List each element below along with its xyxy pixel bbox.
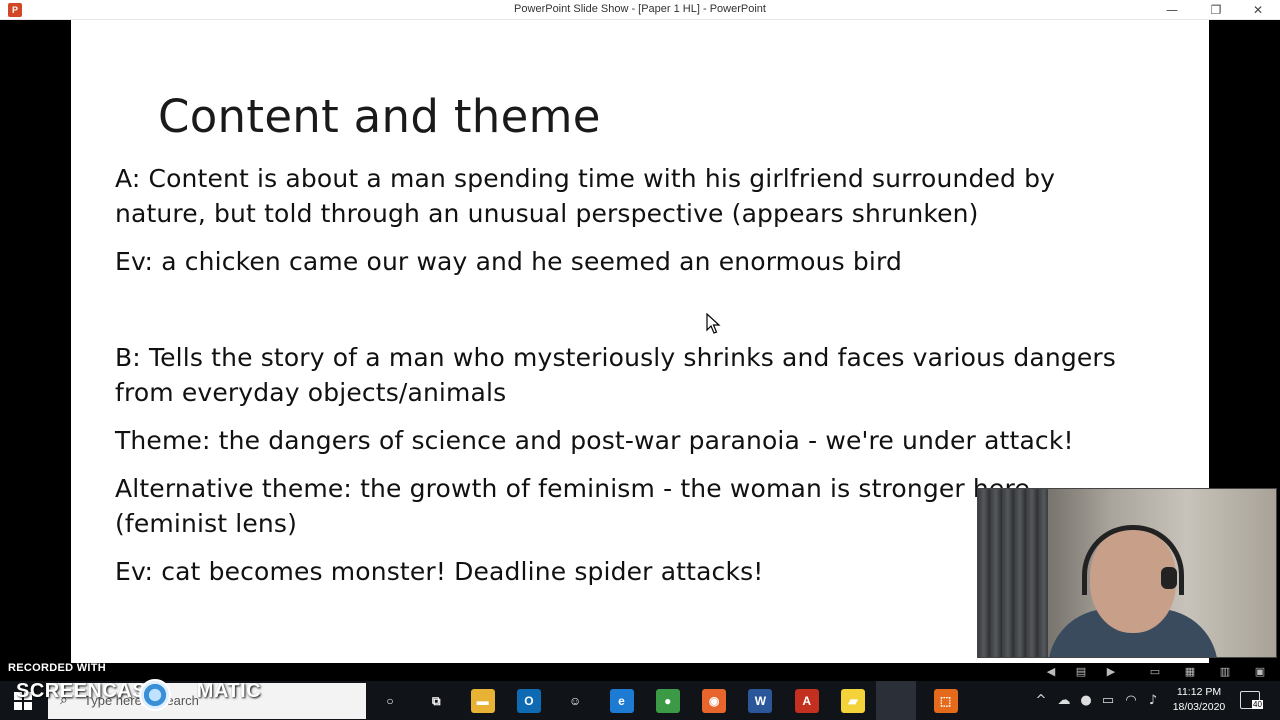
clock-time: 11:12 PM xyxy=(1176,686,1222,698)
active-app-highlight xyxy=(876,681,916,720)
slide-paragraph: Ev: a chicken came our way and he seemed… xyxy=(115,247,903,276)
cortana-icon[interactable]: ○ xyxy=(378,689,402,713)
slide-sorter-button[interactable]: ▦ xyxy=(1181,664,1199,680)
slide-paragraph: (feminist lens) xyxy=(115,509,297,538)
slide-paragraph: from everyday objects/animals xyxy=(115,378,507,407)
taskbar-clock[interactable]: 11:12 PM 18/03/2020 xyxy=(1166,685,1232,715)
window-titlebar: P PowerPoint Slide Show - [Paper 1 HL] -… xyxy=(0,0,1280,20)
slide-title: Content and theme xyxy=(158,90,601,143)
acrobat-icon[interactable]: A xyxy=(794,689,819,713)
slide-paragraph: A: Content is about a man spending time … xyxy=(115,164,1056,193)
file-explorer-icon[interactable]: ▬ xyxy=(470,689,495,713)
firefox-icon[interactable]: ◉ xyxy=(702,689,727,713)
normal-view-button[interactable]: ▭ xyxy=(1146,664,1164,680)
slide-paragraph: nature, but told through an unusual pers… xyxy=(115,199,979,228)
sticky-notes-icon[interactable]: ▰ xyxy=(841,689,865,713)
slide-paragraph: Ev: cat becomes monster! Deadline spider… xyxy=(115,557,764,586)
onedrive-icon[interactable]: ☁ xyxy=(1055,693,1073,708)
word-icon[interactable]: W xyxy=(748,689,773,713)
close-button[interactable]: ✕ xyxy=(1236,0,1280,20)
screencast-logo-icon xyxy=(139,679,171,711)
next-slide-button[interactable]: ▶ xyxy=(1102,664,1120,680)
action-center-icon[interactable]: 40 xyxy=(1240,691,1263,709)
wifi-icon[interactable]: ◠ xyxy=(1122,693,1140,708)
restore-button[interactable]: ❐ xyxy=(1194,0,1238,20)
webcam-curtain xyxy=(978,489,1048,657)
screencast-recorder-icon[interactable]: ⬚ xyxy=(933,689,958,713)
unknown-app-icon[interactable]: ☺ xyxy=(563,689,588,713)
slideshow-view-button[interactable]: ▣ xyxy=(1251,664,1269,680)
microphone-tray-icon[interactable]: ● xyxy=(1077,693,1095,708)
watermark-recorded-with: RECORDED WITH xyxy=(8,662,107,674)
slide-paragraph: B: Tells the story of a man who mysterio… xyxy=(115,343,1116,372)
show-hidden-icons-icon[interactable]: ^ xyxy=(1032,693,1050,708)
watermark-word-matic: MATIC xyxy=(196,680,262,702)
slide-paragraph: Alternative theme: the growth of feminis… xyxy=(115,474,1030,503)
notification-count: 40 xyxy=(1252,700,1263,709)
notes-button[interactable]: ▤ xyxy=(1072,664,1090,680)
outlook-icon[interactable]: O xyxy=(516,689,541,713)
volume-icon[interactable]: ♪ xyxy=(1144,693,1162,708)
microphone-icon xyxy=(1161,567,1177,589)
reading-view-button[interactable]: ▥ xyxy=(1216,664,1234,680)
previous-slide-button[interactable]: ◀ xyxy=(1042,664,1060,680)
slide-paragraph: Theme: the dangers of science and post-w… xyxy=(115,426,1074,455)
battery-icon[interactable]: ▭ xyxy=(1099,693,1117,708)
minimize-button[interactable]: — xyxy=(1150,0,1194,20)
webcam-overlay[interactable] xyxy=(977,488,1277,658)
mouse-cursor-icon xyxy=(706,313,721,334)
edge-icon[interactable]: e xyxy=(609,689,634,713)
chrome-icon[interactable]: ● xyxy=(655,689,680,713)
watermark-word-screencast: SCREENCAST xyxy=(16,680,159,702)
window-title: PowerPoint Slide Show - [Paper 1 HL] - P… xyxy=(514,3,766,15)
slideshow-status-bar: ◀ ▤ ▶ ▭ ▦ ▥ ▣ xyxy=(0,663,1280,681)
clock-date: 18/03/2020 xyxy=(1172,701,1226,713)
task-view-icon[interactable]: ⧉ xyxy=(424,689,449,713)
